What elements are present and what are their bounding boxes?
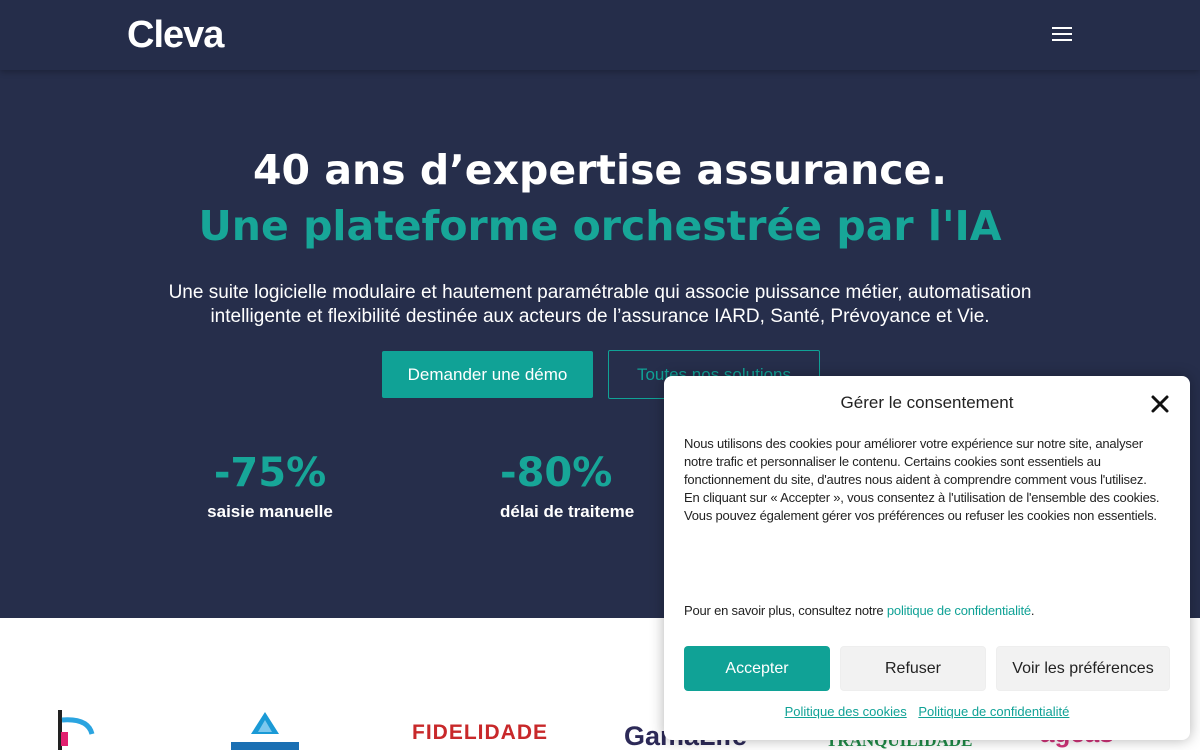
cookie-policy-link[interactable]: Politique des cookies [785, 704, 907, 719]
consent-body-paragraph2: En cliquant sur « Accepter », vous conse… [684, 490, 1160, 523]
cleva-logo[interactable]: Cleva [127, 14, 224, 57]
consent-more-suffix: . [1030, 603, 1035, 618]
consent-title: Gérer le consentement [840, 393, 1014, 412]
consent-more-prefix: Pour en savoir plus, consultez notre [684, 603, 887, 618]
close-icon[interactable] [1148, 392, 1172, 416]
client-logo-1 [58, 710, 95, 750]
stat-manual-entry: -75% saisie manuelle [170, 450, 370, 522]
hero-title-line1: 40 ans d’expertise assurance. [253, 146, 947, 194]
consent-more-info: Pour en savoir plus, consultez notre pol… [684, 603, 1170, 618]
privacy-policy-link[interactable]: Politique de confidentialité [918, 704, 1069, 719]
refuse-button[interactable]: Refuser [840, 646, 986, 691]
stat-value: -75% [213, 450, 327, 496]
client-logo-2 [231, 712, 299, 750]
privacy-policy-inline-link[interactable]: politique de confidentialité [887, 603, 1031, 618]
accept-button[interactable]: Accepter [684, 646, 830, 691]
hamburger-menu-icon[interactable] [1050, 24, 1074, 44]
hero-title-line2: Une plateforme orchestrée par l'IA [198, 202, 1002, 250]
consent-body-paragraph1: Nous utilisons des cookies pour améliore… [684, 436, 1147, 487]
consent-footer-links: Politique des cookies Politique de confi… [664, 704, 1190, 719]
cookie-consent-dialog: Gérer le consentement Nous utilisons des… [664, 376, 1190, 740]
fidelidade-logo: FIDELIDADE [412, 721, 548, 744]
consent-body: Nous utilisons des cookies pour améliore… [684, 435, 1170, 525]
stat-label: saisie manuelle [207, 502, 333, 521]
hero-lead-text: Une suite logicielle modulaire et hautem… [168, 282, 1032, 327]
site-header: Cleva [0, 0, 1200, 70]
request-demo-button[interactable]: Demander une démo [382, 351, 593, 398]
view-preferences-button[interactable]: Voir les préférences [996, 646, 1170, 691]
